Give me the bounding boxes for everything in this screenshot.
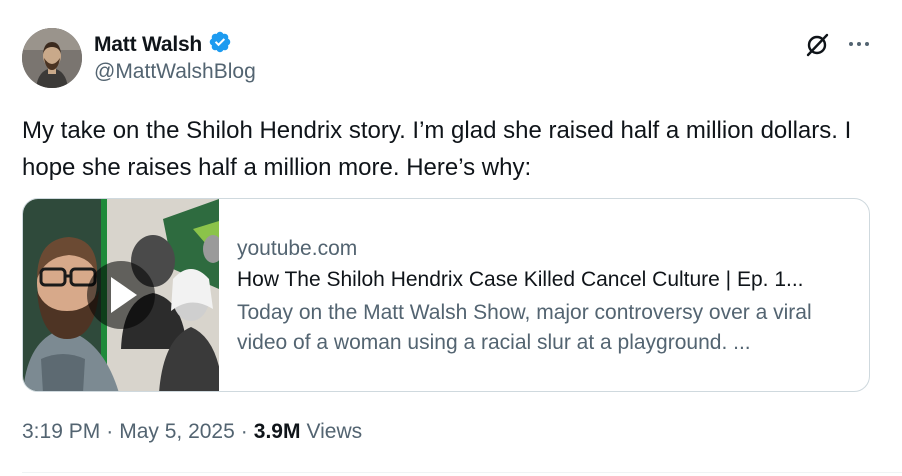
more-options-button[interactable] — [844, 30, 874, 58]
separator-dot: · — [240, 420, 248, 443]
author-name[interactable]: Matt Walsh — [94, 33, 202, 57]
separator-dot: · — [106, 420, 114, 443]
avatar[interactable] — [22, 28, 82, 88]
card-description: Today on the Matt Walsh Show, major cont… — [237, 301, 812, 354]
views-count[interactable]: 3.9M — [254, 420, 301, 444]
link-card[interactable]: youtube.com How The Shiloh Hendrix Case … — [22, 198, 870, 392]
tweet-date[interactable]: May 5, 2025 — [119, 420, 235, 444]
views-label[interactable]: Views — [306, 420, 362, 444]
card-body[interactable]: youtube.com How The Shiloh Hendrix Case … — [219, 199, 869, 391]
tweet-meta: 3:19 PM · May 5, 2025 · 3.9M Views — [22, 420, 362, 444]
tweet-text: My take on the Shiloh Hendrix story. I’m… — [22, 117, 852, 181]
verified-badge-icon — [208, 30, 232, 59]
card-domain: youtube.com — [237, 237, 358, 260]
divider — [22, 472, 902, 473]
thumbnail-image — [23, 199, 219, 391]
avatar-image — [22, 28, 82, 88]
author-name-row[interactable]: Matt Walsh — [94, 30, 232, 59]
author-handle[interactable]: @MattWalshBlog — [94, 60, 256, 84]
grok-icon — [806, 33, 829, 57]
card-title[interactable]: How The Shiloh Hendrix Case Killed Cance… — [237, 266, 843, 294]
more-icon — [849, 42, 869, 46]
tweet-time[interactable]: 3:19 PM — [22, 420, 100, 444]
video-thumbnail[interactable] — [23, 199, 219, 391]
grok-button[interactable] — [802, 30, 832, 60]
